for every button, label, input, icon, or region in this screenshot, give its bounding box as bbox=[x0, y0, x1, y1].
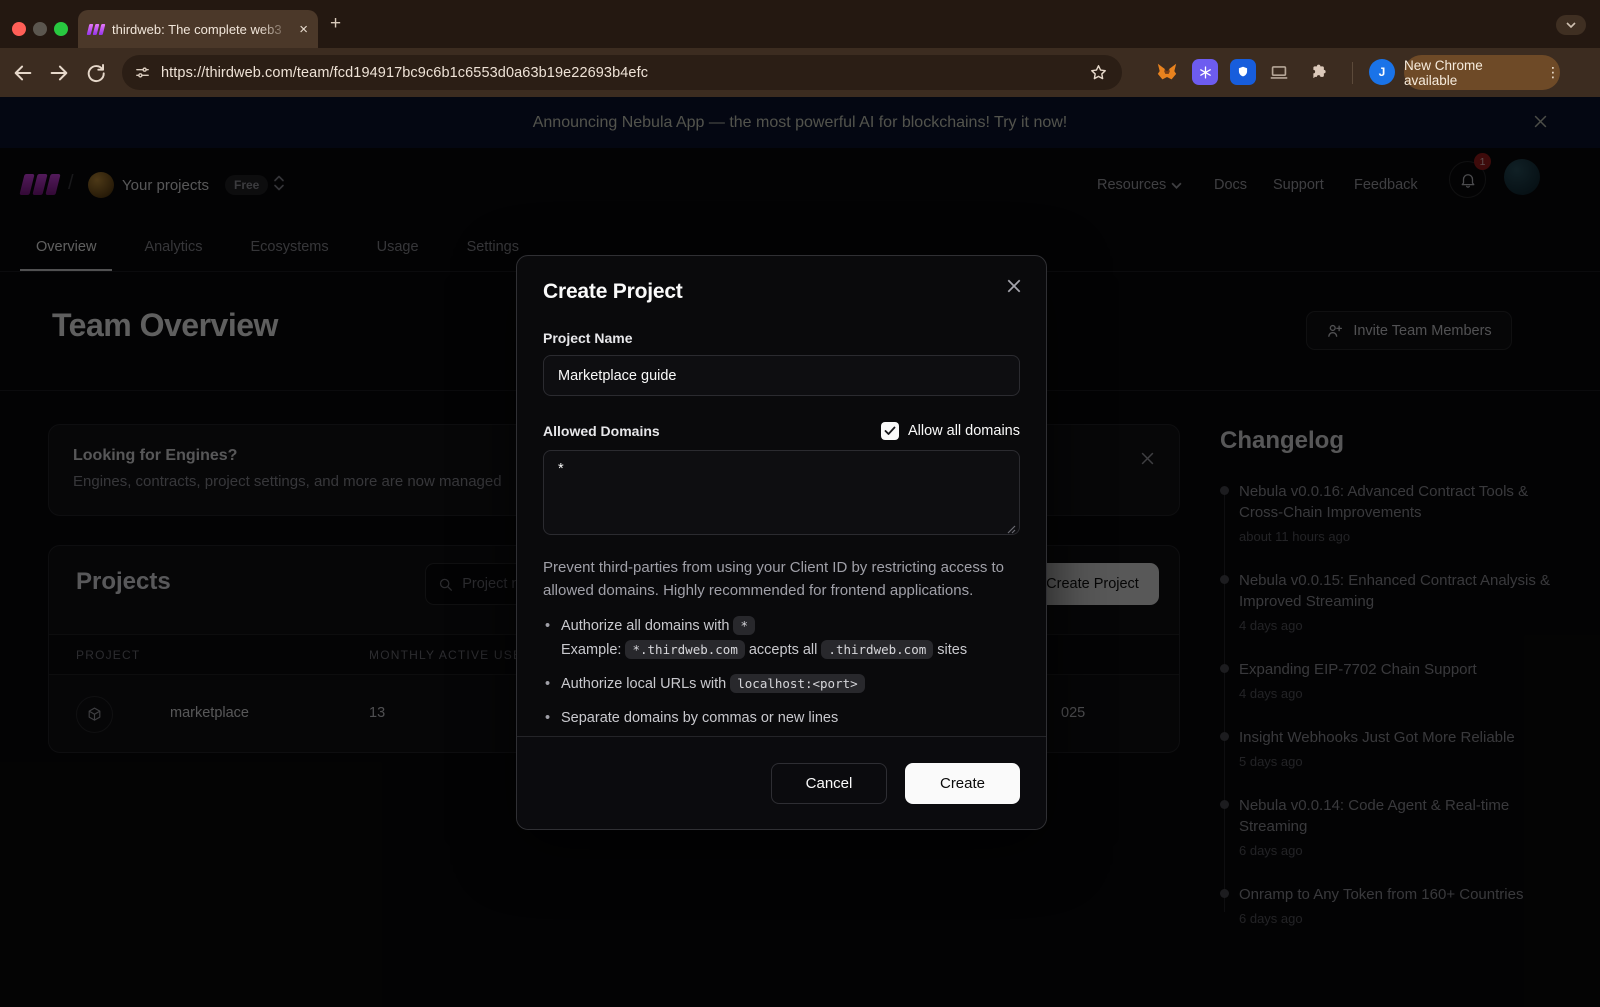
extension-screen-share[interactable] bbox=[1266, 59, 1292, 85]
domains-bullet-item: Authorize local URLs with localhost:<por… bbox=[543, 672, 1020, 696]
domains-bullet-item: Separate domains by commas or new lines bbox=[543, 706, 1020, 730]
browser-tab[interactable]: thirdweb: The complete web3 × bbox=[78, 10, 318, 48]
project-name-label: Project Name bbox=[543, 330, 1020, 346]
extensions-menu-button[interactable] bbox=[1306, 59, 1332, 85]
window-zoom-button[interactable] bbox=[54, 22, 68, 36]
window-close-button[interactable] bbox=[12, 22, 26, 36]
update-chrome-label: New Chrome available bbox=[1404, 58, 1538, 88]
site-settings-icon[interactable] bbox=[134, 64, 151, 81]
tab-search-button[interactable] bbox=[1556, 15, 1586, 35]
domains-help-text: Prevent third-parties from using your Cl… bbox=[543, 556, 1020, 602]
domains-bullet-item: Authorize all domains with *Example: *.t… bbox=[543, 614, 1020, 662]
modal-title: Create Project bbox=[543, 280, 1020, 304]
back-button[interactable] bbox=[10, 60, 36, 86]
create-button[interactable]: Create bbox=[905, 763, 1020, 804]
forward-arrow-icon bbox=[48, 62, 70, 84]
browser-profile-avatar[interactable]: J bbox=[1369, 59, 1395, 85]
cancel-button[interactable]: Cancel bbox=[771, 763, 887, 804]
browser-tabstrip: thirdweb: The complete web3 × + bbox=[0, 0, 1600, 48]
project-name-input[interactable] bbox=[543, 355, 1020, 396]
reload-icon bbox=[85, 62, 106, 83]
inline-code-chip: *.thirdweb.com bbox=[625, 640, 744, 659]
resize-grip-icon[interactable] bbox=[1007, 525, 1016, 534]
bullet-line: Authorize local URLs with localhost:<por… bbox=[561, 672, 1020, 696]
allowed-domains-textarea[interactable]: * bbox=[543, 450, 1020, 535]
forward-button[interactable] bbox=[46, 60, 72, 86]
favicon-thirdweb bbox=[88, 24, 104, 35]
chevron-down-icon bbox=[1566, 22, 1576, 28]
window-minimize-button[interactable] bbox=[33, 22, 47, 36]
create-project-modal: Create Project Project Name Allowed Doma… bbox=[516, 255, 1047, 830]
metamask-fox-icon bbox=[1156, 61, 1178, 83]
checkmark-icon bbox=[884, 426, 896, 436]
tab-title: thirdweb: The complete web3 bbox=[112, 22, 291, 37]
allowed-domains-label: Allowed Domains bbox=[543, 423, 660, 439]
allow-all-domains-checkbox[interactable] bbox=[881, 422, 899, 440]
laptop-icon bbox=[1268, 61, 1290, 83]
browser-menu-icon[interactable]: ⋮ bbox=[1546, 64, 1560, 81]
toolbar-divider bbox=[1352, 62, 1353, 84]
bullet-line: Authorize all domains with * bbox=[561, 614, 1020, 638]
domains-bullet-list: Authorize all domains with *Example: *.t… bbox=[543, 614, 1020, 730]
shield-icon bbox=[1236, 65, 1250, 79]
browser-toolbar: https://thirdweb.com/team/fcd194917bc9c6… bbox=[0, 48, 1600, 97]
allow-all-domains-label: Allow all domains bbox=[908, 423, 1020, 439]
extension-shield[interactable] bbox=[1230, 59, 1256, 85]
url-bar[interactable]: https://thirdweb.com/team/fcd194917bc9c6… bbox=[122, 55, 1122, 90]
extension-metamask[interactable] bbox=[1154, 59, 1180, 85]
bookmark-star-icon[interactable] bbox=[1089, 63, 1108, 82]
update-chrome-button[interactable]: New Chrome available ⋮ bbox=[1404, 55, 1560, 90]
url-text[interactable]: https://thirdweb.com/team/fcd194917bc9c6… bbox=[161, 65, 1079, 81]
snowflake-icon bbox=[1199, 66, 1212, 79]
inline-code-chip: .thirdweb.com bbox=[821, 640, 933, 659]
back-arrow-icon bbox=[12, 62, 34, 84]
tab-close-icon[interactable]: × bbox=[299, 22, 308, 37]
inline-code-chip: localhost:<port> bbox=[730, 674, 864, 693]
puzzle-icon bbox=[1309, 62, 1330, 83]
extension-snowflake[interactable] bbox=[1192, 59, 1218, 85]
bullet-line: Separate domains by commas or new lines bbox=[561, 706, 1020, 730]
inline-code-chip: * bbox=[733, 616, 755, 635]
modal-footer: Cancel Create bbox=[517, 736, 1046, 829]
new-tab-button[interactable]: + bbox=[330, 16, 341, 32]
bullet-line: Example: *.thirdweb.com accepts all .thi… bbox=[561, 638, 1020, 662]
allow-all-domains-control[interactable]: Allow all domains bbox=[881, 422, 1020, 440]
reload-button[interactable] bbox=[82, 60, 108, 86]
modal-close-icon[interactable] bbox=[1002, 274, 1026, 298]
